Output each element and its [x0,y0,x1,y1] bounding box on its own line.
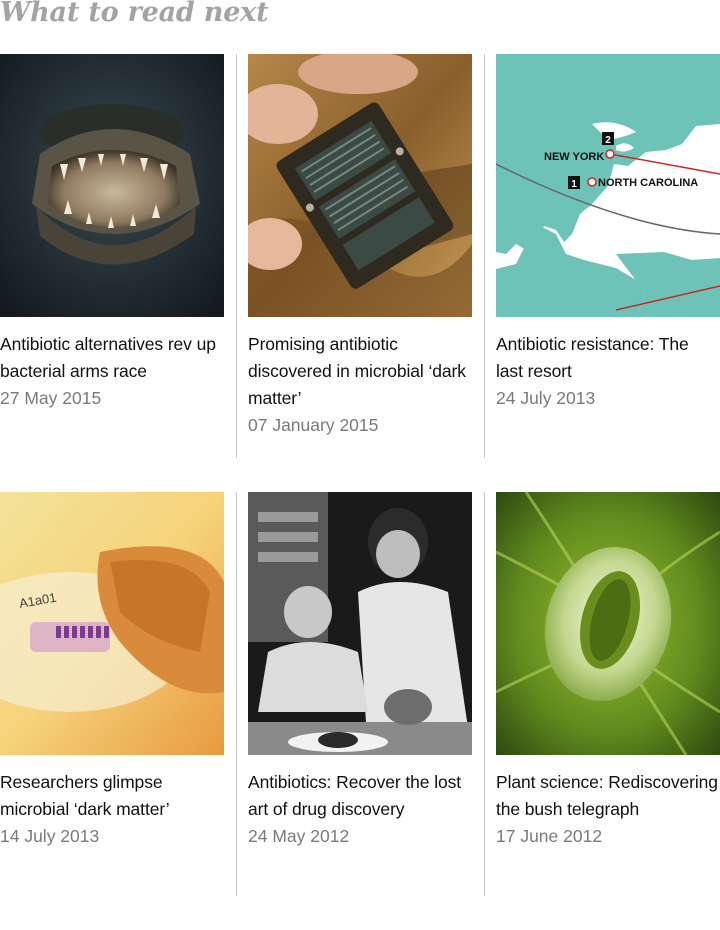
article-card[interactable]: Antibiotic alternatives rev up bacterial… [0,54,224,412]
map-label-new-york: NEW YORK [544,151,604,163]
alligator-jaws-photo [0,54,224,317]
scientists-lab-photo [248,492,472,755]
article-card[interactable]: Antibiotics: Recover the lost art of dru… [248,492,472,850]
petri-dish-photo: A1a01 [0,492,224,755]
article-thumbnail[interactable] [248,492,472,755]
article-date: 07 January 2015 [248,415,379,435]
soil-chip-device-photo [248,54,472,317]
article-date: 17 June 2012 [496,826,603,846]
map-marker-1: 1 [571,179,577,190]
article-title[interactable]: Antibiotic alternatives rev up bacterial… [0,331,224,385]
map-label-north-carolina: NORTH CAROLINA [598,177,698,189]
column-divider [236,54,237,458]
column-divider [484,492,485,896]
article-title[interactable]: Plant science: Rediscovering the bush te… [496,769,720,823]
article-title[interactable]: Antibiotics: Recover the lost art of dru… [248,769,472,823]
plant-stoma-micrograph [496,492,720,755]
article-date: 24 May 2012 [248,826,350,846]
article-thumbnail[interactable]: 2 NEW YORK 1 NORTH CAROLINA [496,54,720,317]
article-row: A1a01 Researchers glimpse microbial ‘dar… [0,492,720,930]
section-heading: What to read next [0,0,269,28]
column-divider [236,492,237,896]
article-date: 24 July 2013 [496,388,596,408]
article-grid: Antibiotic alternatives rev up bacterial… [0,54,720,930]
article-title[interactable]: Researchers glimpse microbial ‘dark matt… [0,769,224,823]
article-date: 27 May 2015 [0,388,102,408]
article-card[interactable]: Plant science: Rediscovering the bush te… [496,492,720,850]
article-title[interactable]: Antibiotic resistance: The last resort [496,331,720,385]
article-date: 14 July 2013 [0,826,100,846]
article-row: Antibiotic alternatives rev up bacterial… [0,54,720,492]
article-card[interactable]: 2 NEW YORK 1 NORTH CAROLINA Antibiotic r… [496,54,720,412]
article-title[interactable]: Promising antibiotic discovered in micro… [248,331,472,412]
article-card[interactable]: A1a01 Researchers glimpse microbial ‘dar… [0,492,224,850]
article-thumbnail[interactable]: A1a01 [0,492,224,755]
article-thumbnail[interactable] [248,54,472,317]
americas-map: 2 NEW YORK 1 NORTH CAROLINA [496,54,720,317]
column-divider [484,54,485,458]
article-thumbnail[interactable] [0,54,224,317]
map-marker-2: 2 [605,135,611,146]
article-thumbnail[interactable] [496,492,720,755]
article-card[interactable]: Promising antibiotic discovered in micro… [248,54,472,439]
